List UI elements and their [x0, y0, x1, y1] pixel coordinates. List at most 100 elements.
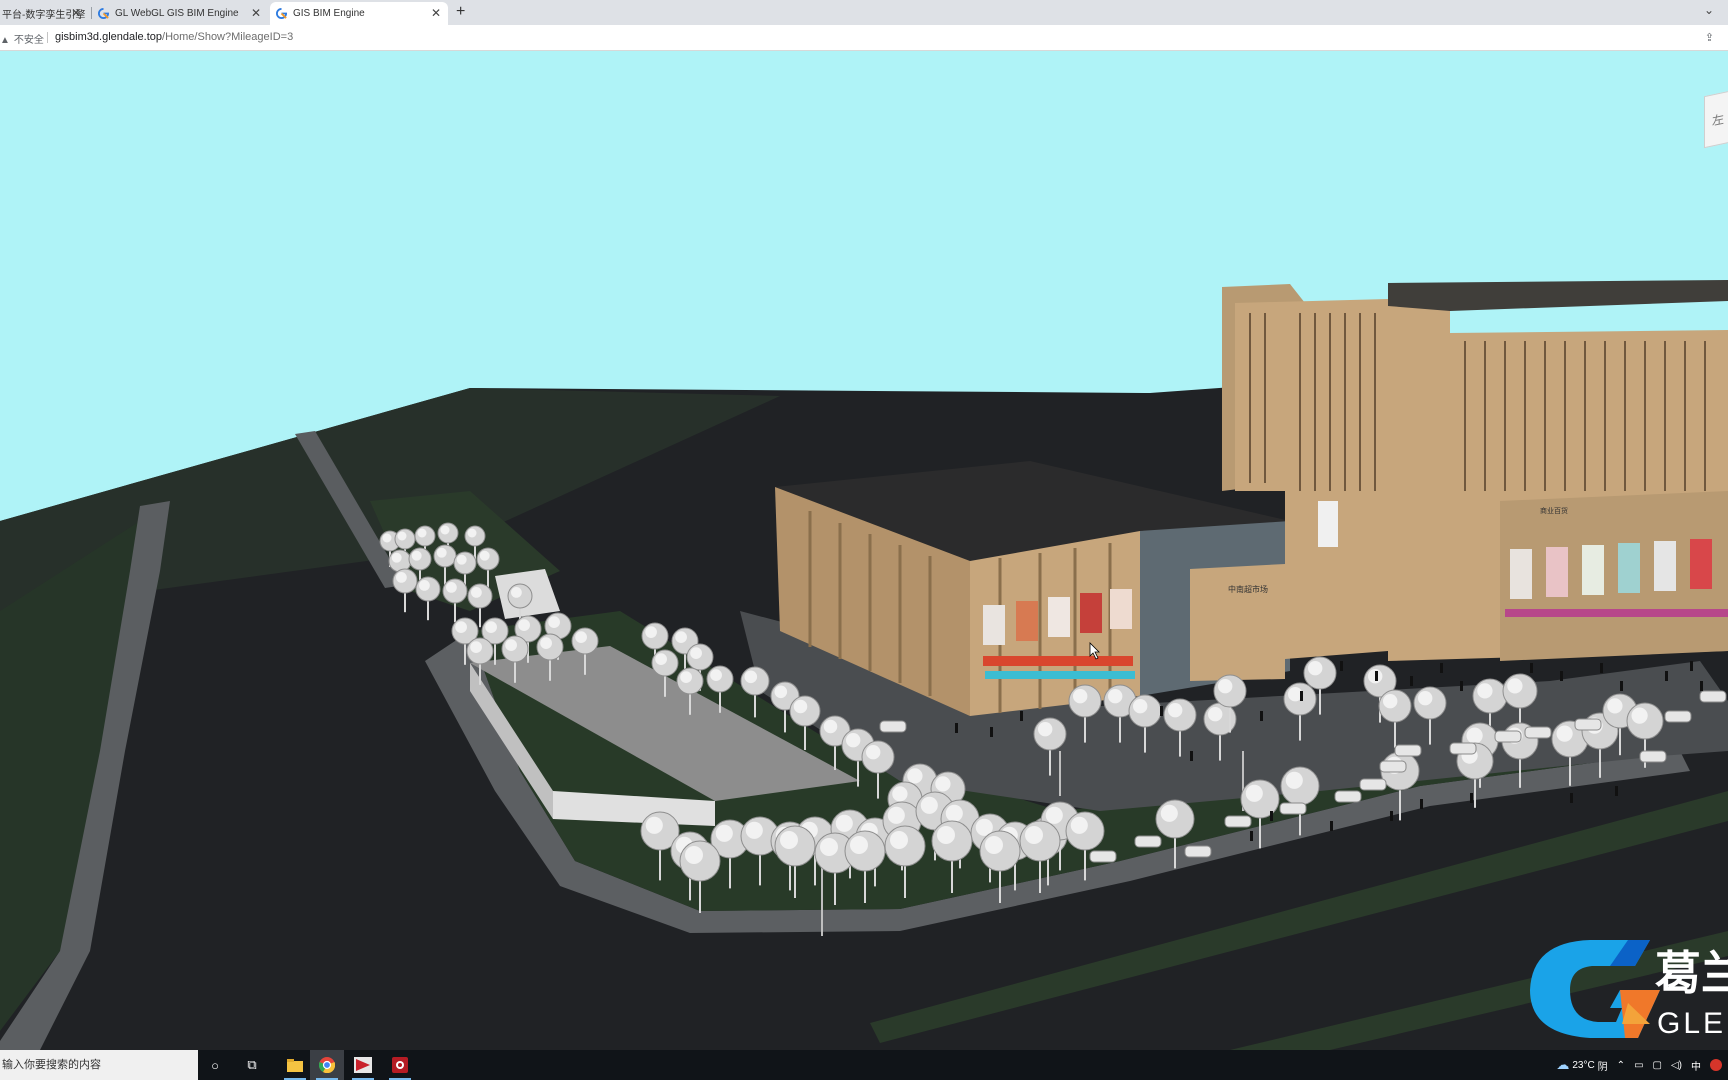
- car: [1279, 802, 1307, 815]
- person: [1470, 793, 1473, 803]
- close-icon[interactable]: ✕: [71, 6, 81, 20]
- person: [1420, 799, 1423, 809]
- browser-tab-strip: 平台-数字孪生引擎 ✕ GL WebGL GIS BIM Engine ✕ GI…: [0, 0, 1728, 25]
- warning-icon: ▲: [0, 35, 10, 46]
- share-icon[interactable]: ⇪: [1705, 31, 1714, 44]
- tree-highlight: [685, 846, 703, 864]
- person: [1375, 671, 1378, 681]
- tree-highlight: [548, 616, 560, 628]
- cortana-icon[interactable]: ○: [203, 1050, 227, 1080]
- security-indicator[interactable]: ▲ 不安全: [0, 31, 44, 46]
- url-field[interactable]: gisbim3d.glendale.top/Home/Show?MileageI…: [55, 31, 293, 43]
- tree-highlight: [1308, 661, 1323, 676]
- tree-highlight: [645, 816, 663, 834]
- tab-gl-webgl[interactable]: GL WebGL GIS BIM Engine ✕: [92, 2, 268, 25]
- car: [1134, 835, 1162, 848]
- car: [1334, 790, 1362, 803]
- person: [1330, 821, 1333, 831]
- tree-highlight: [820, 838, 838, 856]
- chrome-icon[interactable]: [310, 1050, 344, 1080]
- tree-highlight: [675, 631, 687, 643]
- tree-highlight: [890, 831, 908, 849]
- tree-highlight: [715, 824, 733, 842]
- tree-highlight: [1108, 689, 1123, 704]
- tree-highlight: [1631, 707, 1648, 724]
- tree-highlight: [1045, 806, 1063, 824]
- tree-highlight: [479, 550, 490, 561]
- tab-digital-twin[interactable]: 平台-数字孪生引擎 ✕: [0, 2, 88, 25]
- tree-highlight: [396, 572, 407, 583]
- person: [1600, 663, 1603, 673]
- app-record-icon[interactable]: [383, 1050, 417, 1080]
- person: [1615, 786, 1618, 796]
- logo-text-cn: 葛兰: [1655, 946, 1728, 1000]
- taskbar-search-box[interactable]: 输入你要搜索的内容: [0, 1050, 198, 1080]
- close-icon[interactable]: ✕: [251, 6, 261, 20]
- app-red-icon[interactable]: [346, 1050, 380, 1080]
- tree-highlight: [540, 637, 552, 649]
- url-path: /Home/Show?MileageID=3: [162, 31, 294, 43]
- car: [1359, 778, 1387, 791]
- car: [1639, 750, 1667, 763]
- tree-highlight: [1466, 727, 1483, 744]
- tree-highlight: [419, 580, 430, 591]
- person: [1570, 793, 1573, 803]
- car: [1699, 690, 1727, 703]
- weather-desc[interactable]: 阴: [1598, 1058, 1608, 1073]
- person: [1390, 811, 1393, 821]
- volume-icon[interactable]: ◁): [1671, 1060, 1682, 1071]
- tree-highlight: [710, 669, 722, 681]
- tree-highlight: [866, 745, 881, 760]
- tree-highlight: [417, 528, 427, 538]
- tree-highlight: [745, 821, 763, 839]
- person: [1460, 681, 1463, 691]
- tree-highlight: [391, 552, 402, 563]
- tree-highlight: [985, 836, 1003, 854]
- tree-highlight: [440, 525, 450, 535]
- display-icon[interactable]: ▢: [1653, 1060, 1662, 1071]
- view-cube-widget[interactable]: 左: [1704, 89, 1728, 149]
- person: [1190, 751, 1193, 761]
- tree-highlight: [937, 826, 955, 844]
- scene-canvas[interactable]: 中南超市场 商业百货: [0, 51, 1728, 1050]
- close-icon[interactable]: ✕: [431, 6, 441, 20]
- person: [1160, 706, 1163, 716]
- bim-3d-viewport[interactable]: 中南超市场 商业百货 左 葛兰 GLEN: [0, 51, 1728, 1050]
- network-icon[interactable]: ▭: [1634, 1060, 1643, 1071]
- tree-highlight: [823, 719, 838, 734]
- tab-gis-bim-engine[interactable]: GIS BIM Engine ✕: [270, 2, 448, 25]
- tab-search-icon[interactable]: ⌄: [1704, 3, 1714, 17]
- tree-highlight: [505, 639, 517, 651]
- tree-highlight: [1418, 691, 1433, 706]
- tree-highlight: [1245, 784, 1263, 802]
- url-host: gisbim3d.glendale.top: [55, 31, 163, 43]
- tree-highlight: [575, 631, 587, 643]
- tray-overflow-icon[interactable]: ⌃: [1617, 1060, 1625, 1071]
- car: [1494, 730, 1522, 743]
- sogou-input-icon[interactable]: [1710, 1059, 1722, 1071]
- ime-indicator[interactable]: 中: [1691, 1058, 1701, 1073]
- address-bar: ▲ 不安全 gisbim3d.glendale.top/Home/Show?Mil…: [0, 25, 1728, 51]
- person: [1530, 663, 1533, 673]
- tree-highlight: [935, 776, 951, 792]
- tree-highlight: [1218, 679, 1233, 694]
- task-view-icon[interactable]: ⧉: [240, 1050, 264, 1080]
- file-explorer-icon[interactable]: [278, 1050, 312, 1080]
- person: [1250, 831, 1253, 841]
- tree-highlight: [456, 554, 467, 565]
- tree-highlight: [436, 547, 447, 558]
- new-tab-button[interactable]: +: [456, 3, 465, 21]
- tree-highlight: [382, 533, 392, 543]
- person: [1270, 811, 1273, 821]
- tree-highlight: [1607, 698, 1623, 714]
- mall-sign: 中南超市场: [1228, 584, 1268, 594]
- weather-icon[interactable]: ☁: [1556, 1057, 1569, 1073]
- tree-highlight: [411, 550, 422, 561]
- person: [990, 727, 993, 737]
- car: [1394, 744, 1422, 757]
- tree-highlight: [655, 653, 667, 665]
- view-cube-face-label: 左: [1712, 111, 1725, 128]
- tree-highlight: [470, 641, 482, 653]
- weather-temp[interactable]: 23°C: [1572, 1060, 1594, 1071]
- tree-highlight: [645, 626, 657, 638]
